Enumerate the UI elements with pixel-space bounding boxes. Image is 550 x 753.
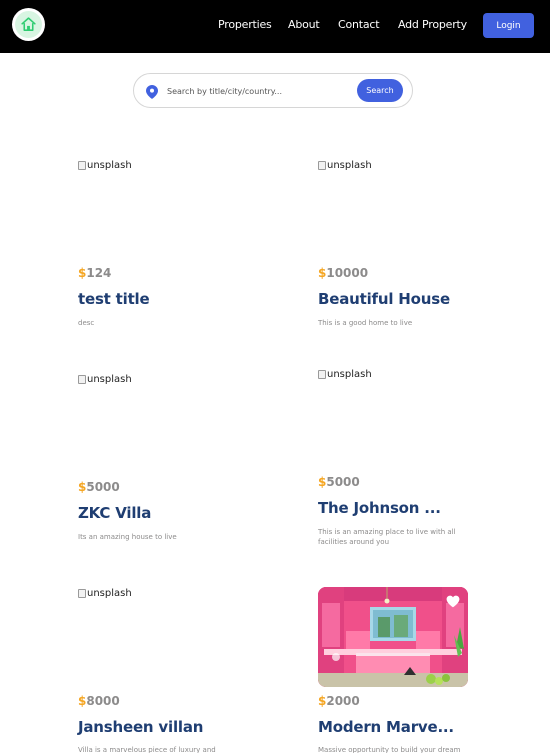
property-title: Jansheen villan bbox=[78, 718, 204, 736]
property-description: desc bbox=[78, 319, 95, 327]
image-alt-text: unsplash bbox=[327, 160, 372, 171]
property-card[interactable]: unsplash $8000 Jansheen villan Villa is … bbox=[78, 588, 238, 753]
broken-image-icon bbox=[318, 370, 326, 379]
property-price: $5000 bbox=[318, 475, 360, 489]
broken-image: unsplash bbox=[318, 160, 372, 171]
property-card[interactable]: unsplash $5000 The Johnson ... This is a… bbox=[318, 369, 478, 554]
location-pin-icon bbox=[146, 84, 158, 99]
house-logo-icon[interactable] bbox=[12, 8, 45, 41]
price-value: 10000 bbox=[326, 266, 369, 280]
property-price: $10000 bbox=[318, 266, 368, 280]
property-title: ZKC Villa bbox=[78, 504, 152, 522]
property-price: $2000 bbox=[318, 694, 360, 708]
property-price: $124 bbox=[78, 266, 111, 280]
property-price: $8000 bbox=[78, 694, 120, 708]
property-description: Villa is a marvelous piece of luxury and… bbox=[78, 746, 216, 753]
broken-image: unsplash bbox=[318, 369, 372, 380]
property-title: test title bbox=[78, 290, 150, 308]
property-title: Modern Marve... bbox=[318, 718, 454, 736]
price-value: 5000 bbox=[326, 475, 360, 489]
broken-image-icon bbox=[78, 161, 86, 170]
property-description: This is a good home to live bbox=[318, 319, 413, 327]
navbar: Properties About Contact Add Property Lo… bbox=[0, 0, 550, 53]
property-card[interactable]: unsplash $5000 ZKC Villa Its an amazing … bbox=[78, 374, 238, 549]
broken-image-icon bbox=[318, 161, 326, 170]
image-alt-text: unsplash bbox=[87, 160, 132, 171]
image-alt-text: unsplash bbox=[87, 374, 132, 385]
price-value: 124 bbox=[86, 266, 112, 280]
price-value: 2000 bbox=[326, 694, 360, 708]
broken-image: unsplash bbox=[78, 374, 132, 385]
search-bar: Search bbox=[133, 73, 413, 108]
property-card[interactable]: $2000 Modern Marve... Massive opportunit… bbox=[318, 587, 478, 753]
search-button[interactable]: Search bbox=[357, 79, 403, 102]
broken-image-icon bbox=[78, 589, 86, 598]
broken-image: unsplash bbox=[78, 160, 132, 171]
property-photo bbox=[318, 587, 468, 687]
nav-link-contact[interactable]: Contact bbox=[338, 18, 380, 31]
price-value: 8000 bbox=[86, 694, 120, 708]
login-button[interactable]: Login bbox=[483, 13, 534, 38]
image-alt-text: unsplash bbox=[327, 369, 372, 380]
property-price: $5000 bbox=[78, 480, 120, 494]
image-alt-text: unsplash bbox=[87, 588, 132, 599]
nav-link-properties[interactable]: Properties bbox=[218, 18, 272, 31]
property-title: The Johnson ... bbox=[318, 499, 441, 517]
property-description: This is an amazing place to live with al… bbox=[318, 528, 456, 546]
broken-image: unsplash bbox=[78, 588, 132, 599]
search-input[interactable] bbox=[167, 83, 347, 99]
property-description: Its an amazing house to live bbox=[78, 533, 177, 541]
property-card[interactable]: unsplash $10000 Beautiful House This is … bbox=[318, 160, 478, 335]
broken-image-icon bbox=[78, 375, 86, 384]
price-value: 5000 bbox=[86, 480, 120, 494]
property-card[interactable]: unsplash $124 test title desc bbox=[78, 160, 238, 335]
property-title: Beautiful House bbox=[318, 290, 450, 308]
nav-link-about[interactable]: About bbox=[288, 18, 320, 31]
nav-link-add-property[interactable]: Add Property bbox=[398, 18, 467, 31]
heart-icon[interactable] bbox=[446, 593, 460, 608]
property-description: Massive opportunity to build your dream bbox=[318, 746, 461, 753]
